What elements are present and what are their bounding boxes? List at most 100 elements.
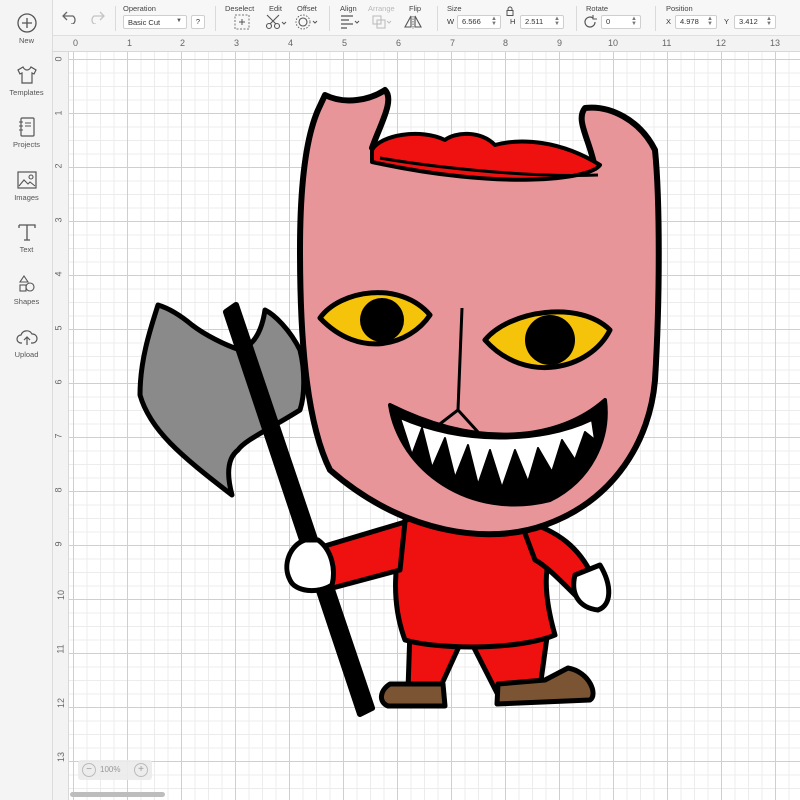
offset-title: Offset bbox=[297, 4, 317, 13]
deselect-icon[interactable] bbox=[233, 14, 251, 30]
operation-title: Operation bbox=[123, 4, 156, 13]
sidebar-item-label: New bbox=[18, 36, 34, 45]
ruler-tick-label: 7 bbox=[53, 433, 64, 439]
design-canvas[interactable] bbox=[69, 52, 800, 800]
devil-mask-design[interactable] bbox=[69, 52, 800, 800]
ruler-tick-label: 6 bbox=[396, 38, 402, 48]
notebook-icon bbox=[18, 117, 35, 137]
image-icon bbox=[16, 171, 37, 189]
ruler-tick-label: 1 bbox=[53, 110, 64, 116]
sidebar-item-label: Templates bbox=[9, 88, 44, 97]
rotate-icon bbox=[584, 15, 597, 28]
sidebar-item-label: Shapes bbox=[13, 297, 40, 306]
zoom-out-button[interactable]: − bbox=[82, 763, 96, 777]
right-hand bbox=[571, 562, 612, 613]
shapes-icon bbox=[18, 275, 35, 292]
sidebar-item-label: Projects bbox=[12, 140, 41, 149]
text-t-icon bbox=[17, 224, 36, 241]
ruler-tick-label: 11 bbox=[55, 644, 66, 654]
position-title: Position bbox=[666, 4, 693, 13]
ruler-top: 0 1 2 3 4 5 6 7 8 9 10 11 12 13 bbox=[53, 36, 800, 52]
width-value: 6.566 bbox=[462, 17, 481, 26]
height-input[interactable]: 2.511 ▲ ▼ bbox=[520, 15, 564, 29]
sidebar-item-new[interactable]: New bbox=[0, 12, 53, 60]
sidebar-item-label: Upload bbox=[14, 350, 39, 359]
horizontal-scrollbar[interactable] bbox=[70, 792, 165, 797]
y-label: Y bbox=[724, 17, 730, 26]
height-value: 2.511 bbox=[525, 17, 544, 26]
sidebar-item-label: Text bbox=[19, 245, 34, 254]
redo-icon[interactable] bbox=[86, 10, 106, 24]
align-title: Align bbox=[340, 4, 357, 13]
ruler-tick-label: 9 bbox=[557, 38, 563, 48]
ruler-tick-label: 12 bbox=[56, 697, 67, 709]
sidebar-item-templates[interactable]: Templates bbox=[0, 64, 53, 112]
height-label: H bbox=[510, 17, 516, 26]
ruler-tick-label: 2 bbox=[53, 163, 64, 169]
top-toolbar: Operation Basic Cut ▼ ? Deselect Edit Of… bbox=[53, 0, 800, 36]
ruler-tick-label: 4 bbox=[288, 38, 294, 48]
ruler-tick-label: 3 bbox=[53, 217, 64, 223]
y-position-input[interactable]: 3.412 ▲ ▼ bbox=[734, 15, 776, 29]
left-shoe bbox=[379, 681, 448, 709]
ruler-tick-label: 7 bbox=[450, 38, 456, 48]
left-sidebar: New Templates Projects Images Text Shape… bbox=[0, 0, 53, 800]
stepper-icon[interactable]: ▲ ▼ bbox=[631, 16, 637, 27]
plus-circle-icon bbox=[16, 13, 37, 33]
lock-icon[interactable] bbox=[505, 6, 515, 16]
stepper-icon[interactable]: ▲ ▼ bbox=[491, 16, 497, 27]
ruler-tick-label: 4 bbox=[53, 271, 64, 277]
ruler-tick-label: 5 bbox=[53, 325, 64, 331]
sidebar-item-upload[interactable]: Upload bbox=[0, 326, 53, 374]
align-icon[interactable] bbox=[339, 14, 361, 30]
ruler-tick-label: 0 bbox=[53, 56, 64, 62]
ruler-tick-label: 13 bbox=[770, 38, 781, 48]
zoom-in-button[interactable]: + bbox=[134, 763, 148, 777]
x-label: X bbox=[666, 17, 672, 26]
ruler-tick-label: 2 bbox=[180, 38, 186, 48]
offset-icon[interactable] bbox=[295, 14, 319, 30]
ruler-tick-label: 3 bbox=[234, 38, 240, 48]
x-position-input[interactable]: 4.978 ▲ ▼ bbox=[675, 15, 717, 29]
flip-icon[interactable] bbox=[403, 14, 425, 30]
ruler-tick-label: 8 bbox=[503, 38, 509, 48]
ruler-tick-label: 10 bbox=[608, 38, 619, 48]
operation-select[interactable]: Basic Cut ▼ bbox=[123, 15, 187, 29]
rotate-input[interactable]: 0 ▲ ▼ bbox=[601, 15, 641, 29]
arrange-icon[interactable] bbox=[371, 14, 393, 30]
ruler-tick-label: 9 bbox=[53, 541, 64, 547]
ruler-tick-label: 8 bbox=[53, 487, 64, 493]
stepper-icon[interactable]: ▲ ▼ bbox=[554, 16, 560, 27]
shirt-icon bbox=[16, 66, 37, 84]
ruler-left: 0 1 2 3 4 5 6 7 8 9 10 11 12 13 bbox=[53, 52, 69, 800]
size-title: Size bbox=[447, 4, 462, 13]
y-position-value: 3.412 bbox=[739, 17, 758, 26]
chevron-down-icon: ▼ bbox=[176, 18, 182, 24]
right-pupil bbox=[525, 315, 575, 365]
ruler-tick-label: 10 bbox=[56, 589, 67, 601]
operation-help-button[interactable]: ? bbox=[191, 15, 205, 29]
sidebar-item-text[interactable]: Text bbox=[0, 221, 53, 269]
ruler-tick-label: 12 bbox=[716, 38, 727, 48]
arrange-title: Arrange bbox=[368, 4, 395, 13]
ruler-tick-label: 6 bbox=[53, 379, 64, 385]
width-label: W bbox=[447, 17, 455, 26]
undo-icon[interactable] bbox=[61, 10, 81, 24]
stepper-icon[interactable]: ▲ ▼ bbox=[707, 16, 713, 27]
zoom-control: − 100% + bbox=[78, 760, 152, 780]
cloud-upload-icon bbox=[15, 330, 38, 345]
deselect-title: Deselect bbox=[225, 4, 255, 13]
sidebar-item-label: Images bbox=[14, 193, 39, 202]
stepper-icon[interactable]: ▲ ▼ bbox=[766, 16, 772, 27]
rotate-value: 0 bbox=[606, 17, 611, 26]
operation-value: Basic Cut bbox=[128, 18, 161, 27]
ruler-tick-label: 11 bbox=[662, 38, 672, 48]
zoom-level: 100% bbox=[100, 765, 121, 774]
flip-title: Flip bbox=[409, 4, 422, 13]
width-input[interactable]: 6.566 ▲ ▼ bbox=[457, 15, 501, 29]
ruler-tick-label: 5 bbox=[342, 38, 348, 48]
scissors-icon[interactable] bbox=[265, 14, 287, 30]
sidebar-item-projects[interactable]: Projects bbox=[0, 116, 53, 164]
sidebar-item-images[interactable]: Images bbox=[0, 169, 53, 217]
sidebar-item-shapes[interactable]: Shapes bbox=[0, 273, 53, 321]
